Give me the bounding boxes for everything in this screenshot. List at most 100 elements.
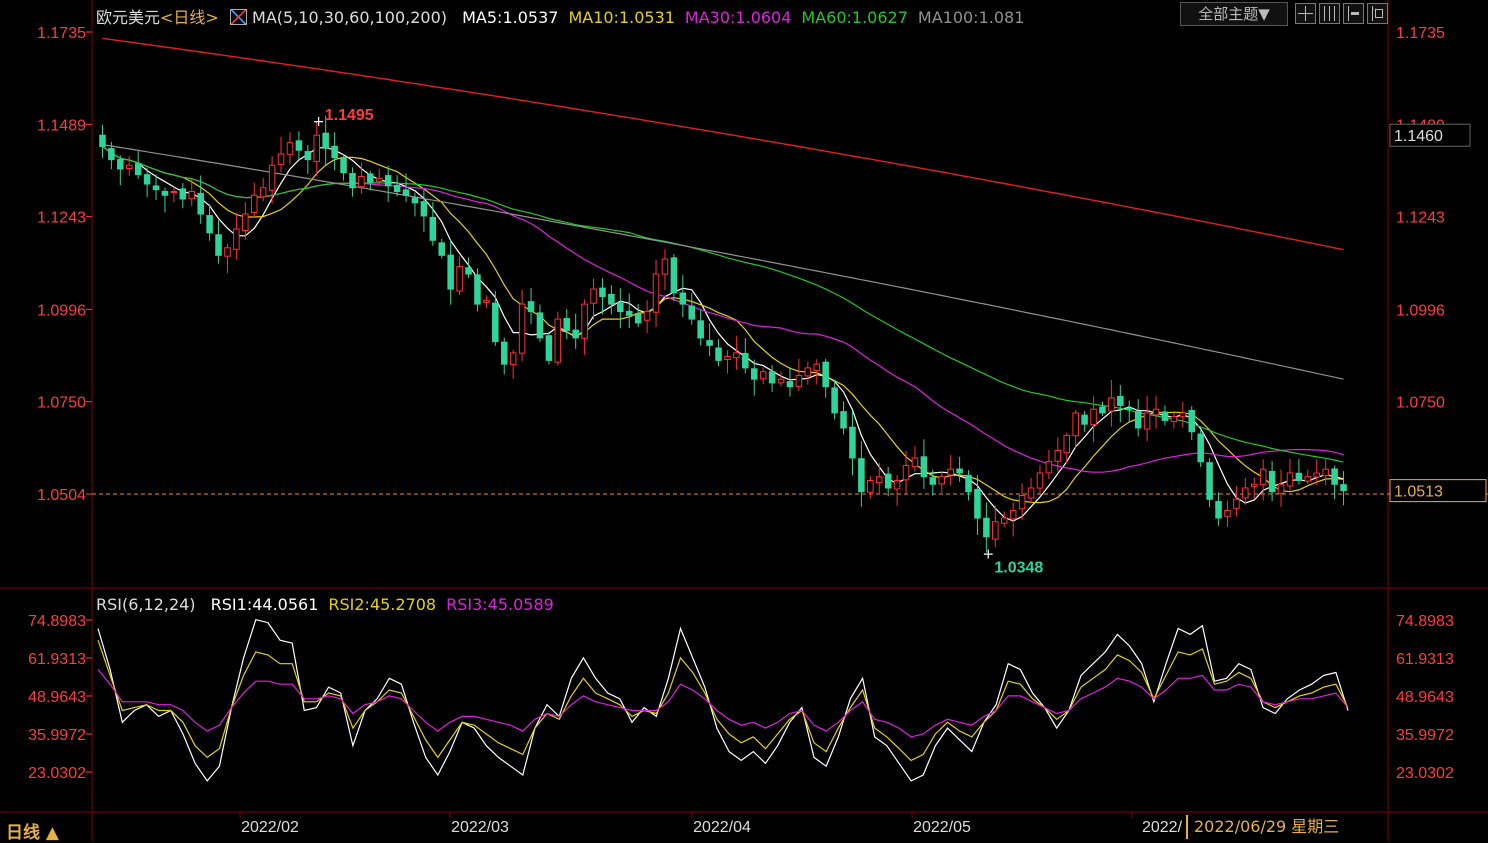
rsi-value-0: RSI1:44.0561 bbox=[210, 595, 319, 614]
candle-body bbox=[750, 368, 758, 380]
candle-body bbox=[983, 517, 990, 538]
candle-body bbox=[867, 479, 874, 493]
symbol-title: 欧元美元 bbox=[96, 8, 161, 27]
panel-icon[interactable] bbox=[1343, 3, 1364, 24]
candle-body bbox=[1161, 411, 1169, 421]
price-chart[interactable]: 1.17351.17351.14891.14891.12431.12431.09… bbox=[0, 0, 1488, 841]
candle-body bbox=[1197, 433, 1204, 463]
candle-body bbox=[286, 142, 294, 155]
candle-body bbox=[500, 341, 508, 365]
moving-average-lines bbox=[102, 37, 1344, 522]
candle-body bbox=[1233, 498, 1240, 509]
candle-body bbox=[108, 148, 115, 161]
rsi-tick-left: 61.9313 bbox=[28, 651, 86, 668]
candle-body bbox=[697, 320, 704, 339]
y-tick-right: 1.1243 bbox=[1396, 210, 1445, 227]
rsi-line-rsi1 bbox=[97, 618, 1349, 782]
candle-body bbox=[652, 273, 660, 313]
theme-button[interactable]: 全部主题▼ bbox=[1180, 2, 1288, 26]
period-label[interactable]: 日线 ▲ bbox=[6, 818, 59, 843]
y-tick-right: 1.1735 bbox=[1396, 25, 1445, 42]
candle-body bbox=[375, 177, 383, 183]
candle-body bbox=[1277, 483, 1285, 494]
candle-body bbox=[911, 457, 919, 468]
candle-body bbox=[331, 145, 338, 159]
candle-body bbox=[1090, 408, 1097, 426]
candle-body bbox=[1242, 487, 1249, 499]
candle-body bbox=[1009, 510, 1017, 520]
ma10-line bbox=[102, 146, 1344, 504]
candle-body bbox=[590, 288, 597, 304]
candle-body bbox=[1179, 412, 1187, 418]
rsi-tick-right: 61.9313 bbox=[1396, 651, 1454, 668]
rsi-label: RSI(6,12,24) bbox=[96, 595, 196, 614]
candle-body bbox=[724, 356, 731, 361]
candle-body bbox=[563, 318, 571, 331]
candle-body bbox=[947, 468, 954, 476]
candle-body bbox=[1063, 434, 1071, 454]
candle-body bbox=[884, 473, 892, 489]
rsi-tick-right: 23.0302 bbox=[1396, 765, 1454, 782]
candle-body bbox=[188, 191, 196, 200]
candle-body bbox=[322, 132, 329, 149]
candle-body bbox=[1045, 461, 1053, 474]
candle-body bbox=[215, 234, 222, 256]
candle-body bbox=[1152, 408, 1160, 416]
layout-icon[interactable] bbox=[1319, 3, 1340, 24]
candle-body bbox=[965, 474, 972, 493]
candle-body bbox=[384, 175, 392, 187]
candle-body bbox=[554, 318, 562, 363]
grid-icon[interactable] bbox=[1295, 3, 1316, 24]
candle-body bbox=[1340, 484, 1347, 492]
candle-body bbox=[545, 335, 553, 361]
date-tick: 2022/ bbox=[1142, 819, 1183, 836]
candle-body bbox=[1072, 412, 1079, 437]
candle-body bbox=[304, 151, 312, 161]
candle-body bbox=[822, 361, 829, 388]
rsi-tick-left: 74.8983 bbox=[28, 613, 86, 630]
candle-body bbox=[474, 274, 481, 305]
rsi-lines bbox=[97, 618, 1349, 782]
candle-body bbox=[99, 134, 106, 147]
candlesticks[interactable] bbox=[99, 115, 1347, 553]
candle-body bbox=[1188, 409, 1196, 433]
ma-values: MA5:1.0537 MA10:1.0531 MA30:1.0604 MA60:1.0… bbox=[452, 8, 1024, 27]
candle-body bbox=[1081, 414, 1088, 425]
candle-body bbox=[313, 134, 321, 163]
ma5-line bbox=[102, 146, 1344, 522]
fullscreen-icon[interactable] bbox=[1367, 3, 1388, 24]
rsi-value-2: RSI3:45.0589 bbox=[446, 595, 554, 614]
candle-body bbox=[1108, 397, 1115, 412]
candle-body bbox=[250, 194, 258, 214]
candle-body bbox=[1125, 407, 1133, 410]
ma-value-4: MA100:1.081 bbox=[917, 8, 1025, 27]
grid-lines bbox=[0, 0, 1488, 841]
candle-body bbox=[599, 287, 606, 298]
candle-body bbox=[295, 140, 303, 151]
candle-body bbox=[340, 156, 347, 174]
candle-body bbox=[233, 228, 240, 250]
ma-value-3: MA60:1.0627 bbox=[801, 8, 908, 27]
candle-body bbox=[992, 521, 999, 540]
candle-body bbox=[438, 242, 446, 256]
cursor-date: 2022/06/29 星期三 bbox=[1186, 815, 1346, 839]
candle-body bbox=[518, 303, 526, 354]
candle-body bbox=[1027, 487, 1035, 499]
date-tick: 2022/02 bbox=[241, 819, 299, 836]
candle-body bbox=[670, 257, 678, 294]
candle-body bbox=[893, 479, 901, 490]
y-tick-left: 1.0996 bbox=[37, 302, 86, 319]
rsi-tick-left: 35.9972 bbox=[28, 727, 86, 744]
candle-body bbox=[402, 189, 410, 196]
candle-body bbox=[1224, 510, 1231, 517]
candle-body bbox=[465, 267, 472, 275]
candle-body bbox=[1304, 476, 1312, 482]
candle-body bbox=[117, 159, 124, 170]
candle-body bbox=[492, 302, 499, 343]
candle-body bbox=[1170, 416, 1178, 422]
candle-body bbox=[742, 352, 749, 369]
candle-body bbox=[358, 175, 365, 188]
candle-body bbox=[1259, 468, 1267, 486]
low-annotation: 1.0348 bbox=[994, 560, 1043, 577]
period-selector[interactable]: <日线> bbox=[160, 8, 219, 27]
